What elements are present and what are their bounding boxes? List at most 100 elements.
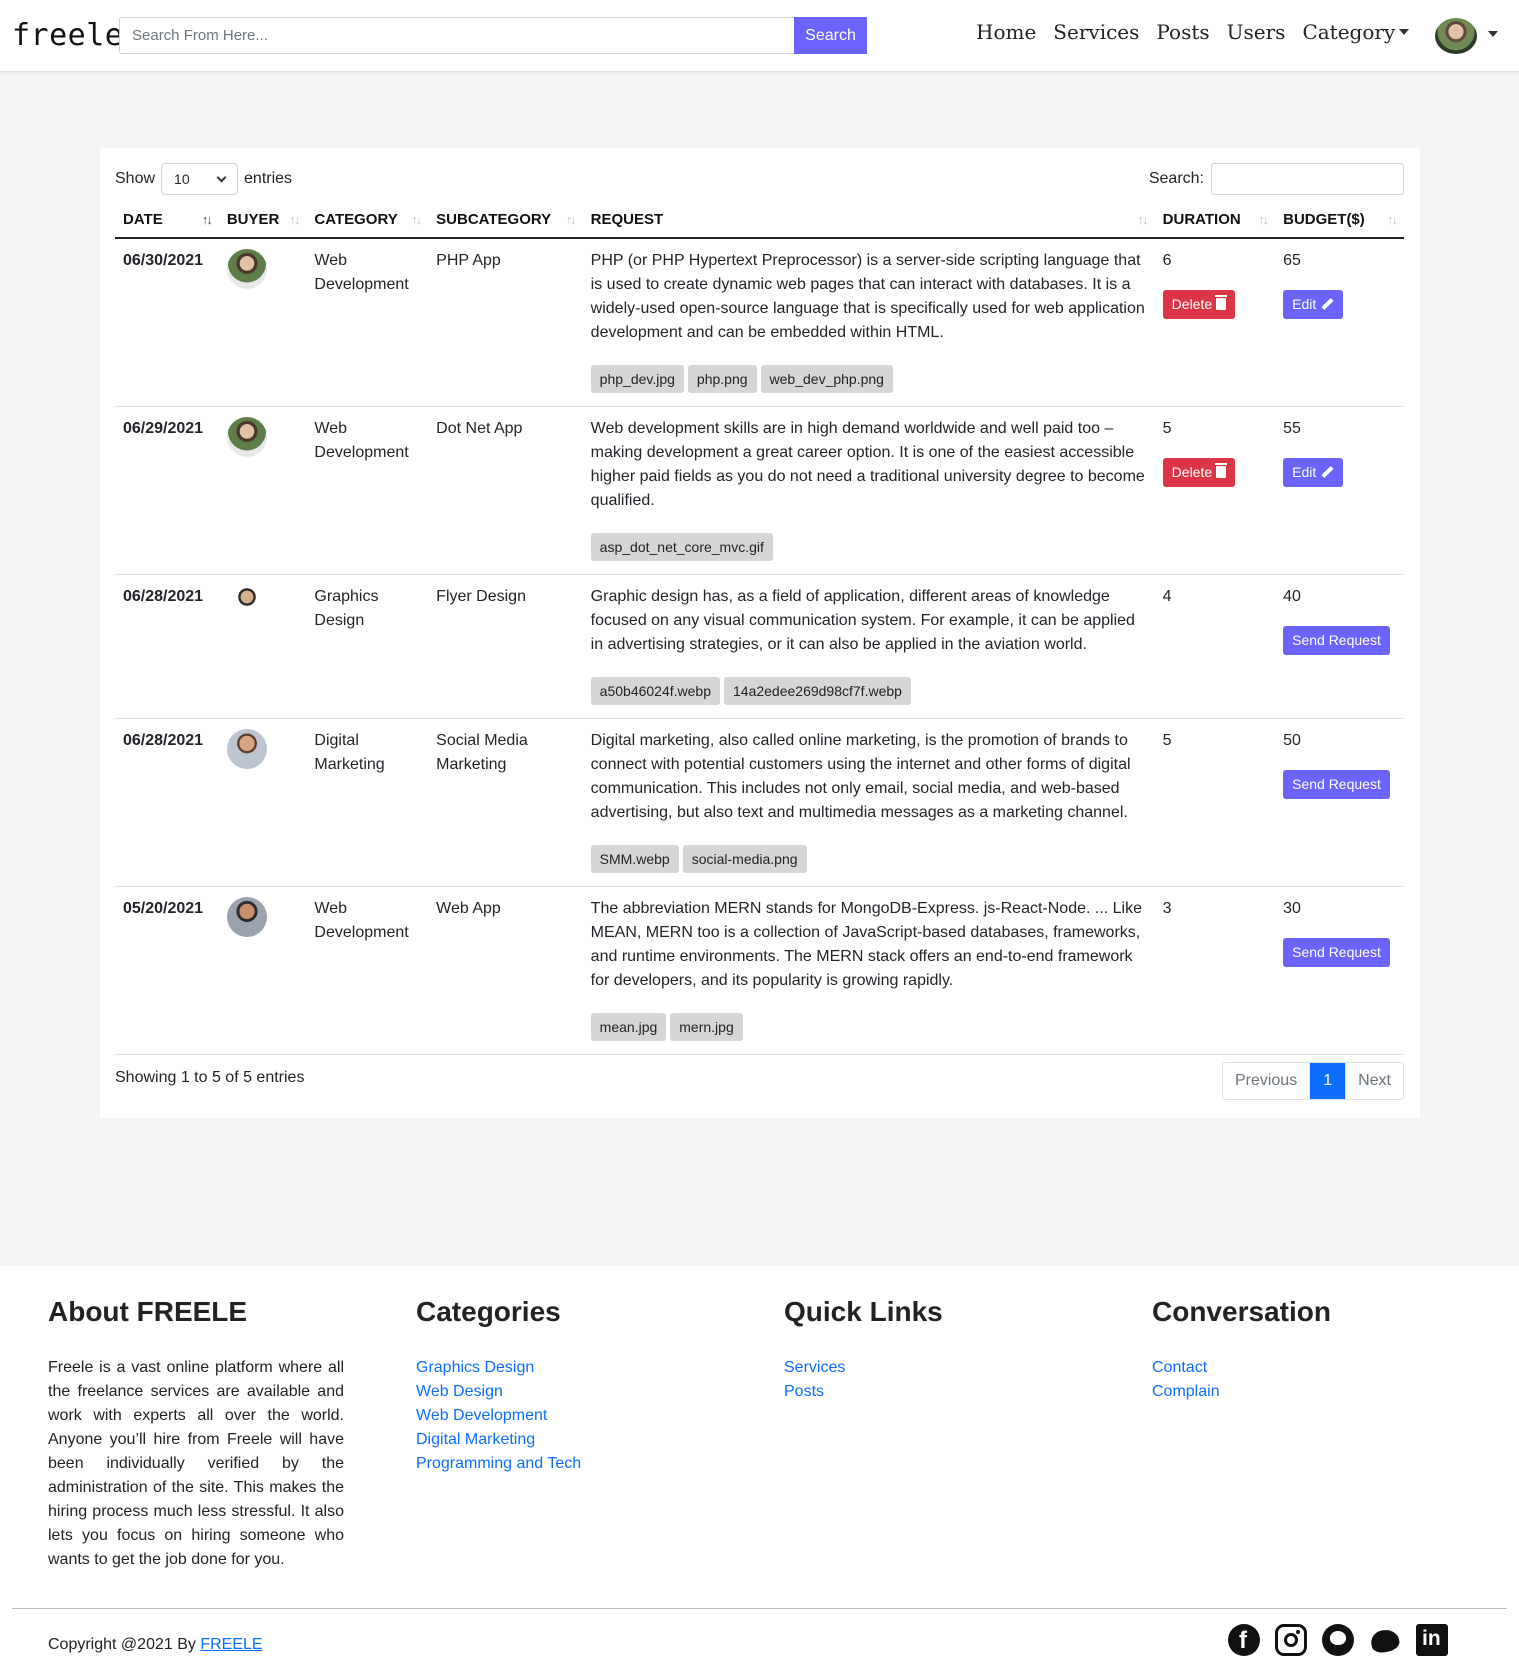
attachment-tag[interactable]: a50b46024f.webp xyxy=(590,677,720,705)
cell-duration: 6 Delete xyxy=(1154,238,1276,407)
col-date-label: DATE xyxy=(123,211,163,228)
cell-request: Digital marketing, also called online ma… xyxy=(582,718,1155,887)
pagination-previous[interactable]: Previous xyxy=(1222,1063,1311,1099)
table-search-label: Search: xyxy=(1148,170,1204,187)
cell-request: PHP (or PHP Hypertext Preprocessor) is a… xyxy=(582,238,1155,407)
attachment-tag[interactable]: social-media.png xyxy=(682,845,807,873)
delete-label: Delete xyxy=(1171,464,1213,480)
footer-link[interactable]: Complain xyxy=(1152,1380,1331,1404)
footer-link[interactable]: Digital Marketing xyxy=(416,1428,581,1452)
edit-button[interactable]: Edit xyxy=(1283,458,1344,487)
col-category[interactable]: CATEGORY ↑↓ xyxy=(306,202,429,239)
cell-request: Web development skills are in high deman… xyxy=(582,406,1155,575)
col-duration-label: DURATION xyxy=(1162,211,1241,228)
send-request-button[interactable]: Send Request xyxy=(1283,938,1390,967)
col-buyer[interactable]: BUYER ↑↓ xyxy=(218,202,307,239)
linkedin-icon[interactable] xyxy=(1416,1624,1448,1656)
nav-services[interactable]: Services xyxy=(1053,20,1139,44)
cell-budget: 30 Send Request xyxy=(1275,886,1404,1055)
attachment-tag[interactable]: php_dev.jpg xyxy=(590,365,684,393)
show-label: Show xyxy=(115,170,156,187)
footer-conv-title: Conversation xyxy=(1152,1296,1331,1327)
attachment-tag[interactable]: php.png xyxy=(687,365,757,393)
attachment-tag[interactable]: mean.jpg xyxy=(590,1013,667,1041)
budget-value: 50 xyxy=(1283,732,1301,749)
cell-subcategory: Flyer Design xyxy=(428,574,583,719)
caret-down-icon[interactable] xyxy=(1488,31,1498,37)
attachment-tag[interactable]: asp_dot_net_core_mvc.gif xyxy=(590,533,773,561)
pagination-page[interactable]: 1 xyxy=(1310,1063,1346,1099)
attachment-tag[interactable]: SMM.webp xyxy=(590,845,679,873)
cell-date: 06/30/2021 xyxy=(115,238,219,407)
edit-button[interactable]: Edit xyxy=(1283,290,1344,319)
buyer-avatar[interactable] xyxy=(226,417,267,457)
buyer-avatar[interactable] xyxy=(226,585,267,625)
attachment-tag[interactable]: 14a2edee269d98cf7f.webp xyxy=(724,677,911,705)
footer-quick-links: Quick Links Services Posts xyxy=(784,1296,943,1404)
send-request-button[interactable]: Send Request xyxy=(1283,770,1390,799)
footer-divider xyxy=(12,1608,1507,1609)
footer-conversation: Conversation Contact Complain xyxy=(1152,1296,1331,1404)
request-text: Graphic design has, as a field of applic… xyxy=(590,588,1135,653)
table-row: 06/28/2021 Digital Marketing Social Medi… xyxy=(115,718,1404,887)
entries-label: entries xyxy=(244,170,293,187)
send-request-button[interactable]: Send Request xyxy=(1283,626,1390,655)
col-subcategory[interactable]: SUBCATEGORY ↑↓ xyxy=(428,202,583,239)
footer-link[interactable]: Web Design xyxy=(416,1380,581,1404)
sort-icon: ↑↓ xyxy=(411,212,422,227)
attachment-list: asp_dot_net_core_mvc.gif xyxy=(590,533,1147,561)
col-budget-label: BUDGET($) xyxy=(1283,211,1365,228)
attachment-tag[interactable]: web_dev_php.png xyxy=(760,365,893,393)
cell-duration: 5 Delete xyxy=(1154,406,1276,575)
search-input[interactable] xyxy=(119,17,794,54)
attachment-list: mean.jpg mern.jpg xyxy=(590,1013,1147,1041)
entries-select[interactable]: 10 xyxy=(161,163,239,195)
facebook-icon[interactable] xyxy=(1228,1624,1260,1656)
twitter-icon[interactable] xyxy=(1369,1624,1401,1656)
table-search-input[interactable] xyxy=(1211,163,1404,195)
footer-link[interactable]: Graphics Design xyxy=(416,1356,581,1380)
github-icon[interactable] xyxy=(1322,1624,1354,1656)
search-button[interactable]: Search xyxy=(794,17,867,54)
cell-duration: 3 xyxy=(1154,886,1276,1055)
footer-about: About FREELE Freele is a vast online pla… xyxy=(48,1296,344,1572)
sort-icon: ↑↓ xyxy=(1258,212,1269,227)
nav-users[interactable]: Users xyxy=(1227,20,1286,44)
request-text: The abbreviation MERN stands for MongoDB… xyxy=(590,900,1143,989)
col-date[interactable]: DATE ↑↓ xyxy=(115,202,219,239)
brand-logo[interactable]: freele xyxy=(12,18,123,53)
footer-link[interactable]: Programming and Tech xyxy=(416,1452,581,1476)
col-duration[interactable]: DURATION ↑↓ xyxy=(1154,202,1276,239)
nav-category-dropdown[interactable]: Category xyxy=(1302,20,1410,44)
copyright-link[interactable]: FREELE xyxy=(200,1636,262,1653)
cell-category: Web Development xyxy=(306,238,429,407)
col-buyer-label: BUYER xyxy=(226,211,280,228)
delete-button[interactable]: Delete xyxy=(1162,458,1236,487)
cell-date: 05/20/2021 xyxy=(115,886,219,1055)
nav-home[interactable]: Home xyxy=(976,20,1036,44)
buyer-avatar[interactable] xyxy=(226,249,267,289)
buyer-avatar[interactable] xyxy=(226,897,267,937)
nav-posts[interactable]: Posts xyxy=(1156,20,1209,44)
duration-value: 5 xyxy=(1162,732,1172,749)
cell-subcategory: Social Media Marketing xyxy=(428,718,583,887)
col-budget[interactable]: BUDGET($) ↑↓ xyxy=(1275,202,1404,239)
copyright: Copyright @2021 By FREELE xyxy=(48,1636,263,1654)
attachment-tag[interactable]: mern.jpg xyxy=(670,1013,743,1041)
navbar: freele Search Home Services Posts Users … xyxy=(0,0,1519,72)
col-request[interactable]: REQUEST ↑↓ xyxy=(582,202,1155,239)
footer-link[interactable]: Posts xyxy=(784,1380,943,1404)
cell-budget: 40 Send Request xyxy=(1275,574,1404,719)
footer-link[interactable]: Web Development xyxy=(416,1404,581,1428)
buyer-avatar[interactable] xyxy=(226,729,267,769)
cell-category: Web Development xyxy=(306,406,429,575)
instagram-icon[interactable] xyxy=(1275,1624,1307,1656)
pagination-next[interactable]: Next xyxy=(1345,1063,1403,1099)
footer-link[interactable]: Services xyxy=(784,1356,943,1380)
user-avatar[interactable] xyxy=(1435,18,1477,54)
footer-link[interactable]: Contact xyxy=(1152,1356,1331,1380)
delete-button[interactable]: Delete xyxy=(1162,290,1236,319)
copyright-text: Copyright @2021 By xyxy=(48,1636,196,1653)
sort-icon: ↑↓ xyxy=(565,212,577,227)
cell-buyer xyxy=(218,574,307,719)
